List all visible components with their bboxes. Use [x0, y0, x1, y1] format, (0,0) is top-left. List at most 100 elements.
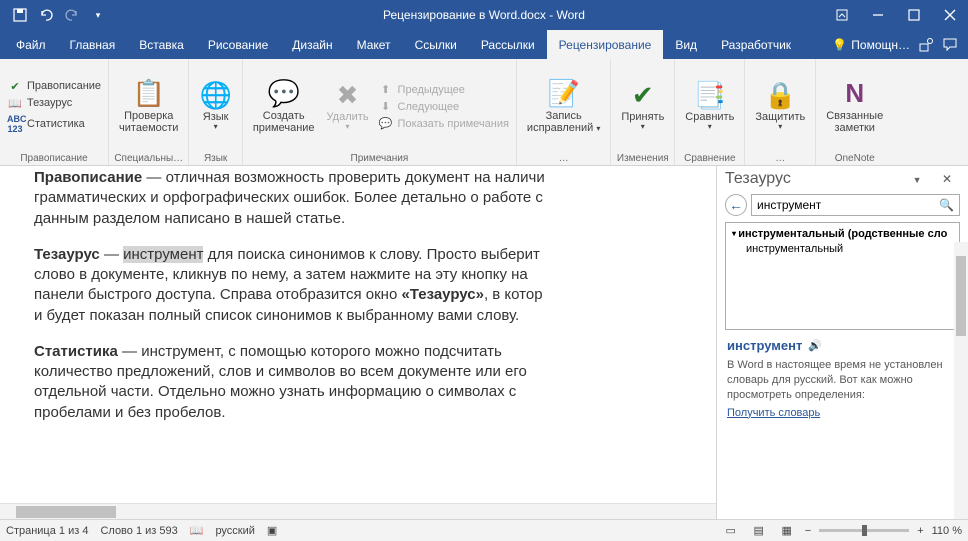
zoom-slider[interactable]: [819, 529, 909, 532]
back-icon[interactable]: ←: [725, 194, 747, 216]
get-dictionary-link[interactable]: Получить словарь: [727, 407, 958, 419]
thesaurus-search-input[interactable]: [751, 194, 960, 216]
ribbon-options-icon[interactable]: [824, 0, 860, 30]
text: — отличная возможность проверить докумен…: [142, 169, 545, 186]
protect-button[interactable]: 🔒 Защитить ▾: [749, 62, 811, 151]
readability-button[interactable]: 📋 Проверка читаемости: [113, 62, 184, 151]
zoom-level[interactable]: 110 %: [932, 525, 962, 537]
search-icon[interactable]: 🔍: [939, 198, 954, 212]
window-controls: [824, 0, 968, 30]
prev-comment-button[interactable]: ⬆Предыдущее: [375, 82, 512, 97]
undo-icon[interactable]: [36, 5, 56, 25]
ribbon: ✔Правописание 📖Тезаурус ABC123 Статистика…: [0, 59, 968, 166]
text: данным разделом написано в нашей статье.: [34, 210, 345, 227]
proofing-status-icon[interactable]: 📖: [190, 524, 204, 537]
label: Запись: [546, 110, 582, 122]
status-page[interactable]: Страница 1 из 4: [6, 525, 88, 537]
zoom-out-icon[interactable]: −: [805, 525, 811, 537]
comment-add-icon: 💬: [267, 79, 299, 108]
show-comments-button[interactable]: 💬Показать примечания: [375, 116, 512, 131]
group-tracking: 📝 Запись исправлений ▾ …: [517, 59, 611, 165]
document-body[interactable]: Правописание — отличная возможность пров…: [0, 166, 716, 519]
tab-review[interactable]: Рецензирование: [547, 30, 664, 59]
print-layout-icon[interactable]: ▤: [749, 523, 769, 539]
tab-references[interactable]: Ссылки: [403, 30, 469, 59]
minimize-icon[interactable]: [860, 0, 896, 30]
horizontal-scrollbar[interactable]: [0, 503, 716, 519]
next-comment-button[interactable]: ⬇Следующее: [375, 99, 512, 114]
check-icon: ✔: [7, 80, 23, 93]
text: отдельной части. Отдельно можно узнать и…: [34, 383, 516, 400]
compare-button[interactable]: 📑 Сравнить ▾: [679, 62, 740, 151]
tab-file[interactable]: Файл: [4, 30, 58, 59]
web-layout-icon[interactable]: ▦: [777, 523, 797, 539]
close-icon[interactable]: [932, 0, 968, 30]
text: слово в документе, кликнув по нему, а за…: [34, 266, 528, 283]
thesaurus-button[interactable]: 📖Тезаурус: [4, 96, 104, 111]
text: —: [100, 246, 123, 263]
pane-title: Тезаурус: [725, 170, 791, 188]
result-group-header[interactable]: инструментальный (родственные сло: [732, 228, 953, 240]
lock-icon: 🔒: [764, 81, 796, 110]
save-icon[interactable]: [10, 5, 30, 25]
delete-comment-button[interactable]: ✖ Удалить ▾: [321, 62, 375, 151]
statistics-button[interactable]: ABC123 Статистика: [4, 113, 104, 135]
comments-icon[interactable]: [942, 37, 958, 53]
accept-button[interactable]: ✔ Принять ▾: [615, 62, 670, 151]
label: Следующее: [398, 101, 460, 113]
pane-options-icon[interactable]: ▼: [905, 175, 930, 185]
read-mode-icon[interactable]: ▭: [721, 523, 741, 539]
tab-developer[interactable]: Разработчик: [709, 30, 803, 59]
label: заметки: [834, 122, 874, 134]
tab-view[interactable]: Вид: [663, 30, 709, 59]
zoom-in-icon[interactable]: +: [917, 525, 923, 537]
onenote-button[interactable]: N Связанные заметки: [820, 62, 889, 151]
status-words[interactable]: Слово 1 из 593: [100, 525, 177, 537]
spelling-button[interactable]: ✔Правописание: [4, 79, 104, 94]
track-changes-button[interactable]: 📝 Запись исправлений ▾: [521, 62, 606, 151]
group-readability: 📋 Проверка читаемости Специальны…: [109, 59, 189, 165]
tab-draw[interactable]: Рисование: [196, 30, 280, 59]
text: «Тезаурус»: [401, 286, 483, 303]
show-icon: 💬: [378, 117, 394, 130]
tab-mailings[interactable]: Рассылки: [469, 30, 547, 59]
group-protect: 🔒 Защитить ▾ …: [745, 59, 816, 165]
quick-access-toolbar: ▾: [0, 5, 108, 25]
label: читаемости: [119, 122, 178, 134]
label: Создать: [263, 110, 305, 122]
ribbon-tabs: Файл Главная Вставка Рисование Дизайн Ма…: [0, 30, 968, 59]
pane-close-icon[interactable]: ✕: [934, 172, 960, 186]
pane-scrollbar[interactable]: [954, 242, 968, 519]
group-proofing: ✔Правописание 📖Тезаурус ABC123 Статистика…: [0, 59, 109, 165]
tab-design[interactable]: Дизайн: [280, 30, 344, 59]
stats-icon: ABC123: [7, 114, 23, 134]
language-button[interactable]: 🌐 Язык ▾: [193, 62, 237, 151]
tell-me[interactable]: 💡 Помощн…: [832, 38, 910, 52]
heading: Тезаурус: [34, 246, 100, 263]
share-icon[interactable]: [918, 37, 934, 53]
heading: Статистика: [34, 343, 118, 360]
speaker-icon[interactable]: 🔊: [808, 339, 822, 352]
thesaurus-pane: Тезаурус ▼ ✕ ← 🔍 инструментальный (родст…: [716, 166, 968, 519]
redo-icon[interactable]: [62, 5, 82, 25]
macro-icon[interactable]: ▣: [267, 524, 277, 537]
book-icon: 📖: [7, 97, 23, 110]
maximize-icon[interactable]: [896, 0, 932, 30]
tab-layout[interactable]: Макет: [345, 30, 403, 59]
label: Статистика: [27, 118, 85, 130]
group-label: Сравнение: [679, 151, 740, 164]
qat-dropdown-icon[interactable]: ▾: [88, 5, 108, 25]
accept-icon: ✔: [632, 81, 654, 110]
label: Проверка: [124, 110, 173, 122]
new-comment-button[interactable]: 💬 Создать примечание: [247, 62, 321, 151]
status-language[interactable]: русский: [215, 525, 254, 537]
onenote-icon: N: [845, 79, 864, 108]
tab-insert[interactable]: Вставка: [127, 30, 196, 59]
tab-home[interactable]: Главная: [58, 30, 128, 59]
group-language: 🌐 Язык ▾ Язык: [189, 59, 242, 165]
text: количество предложений, слов и символов …: [34, 363, 527, 380]
result-item[interactable]: инструментальный: [732, 240, 953, 255]
window-title: Рецензирование в Word.docx - Word: [383, 8, 585, 22]
group-label: Изменения: [615, 151, 670, 164]
group-label: …: [749, 151, 811, 164]
